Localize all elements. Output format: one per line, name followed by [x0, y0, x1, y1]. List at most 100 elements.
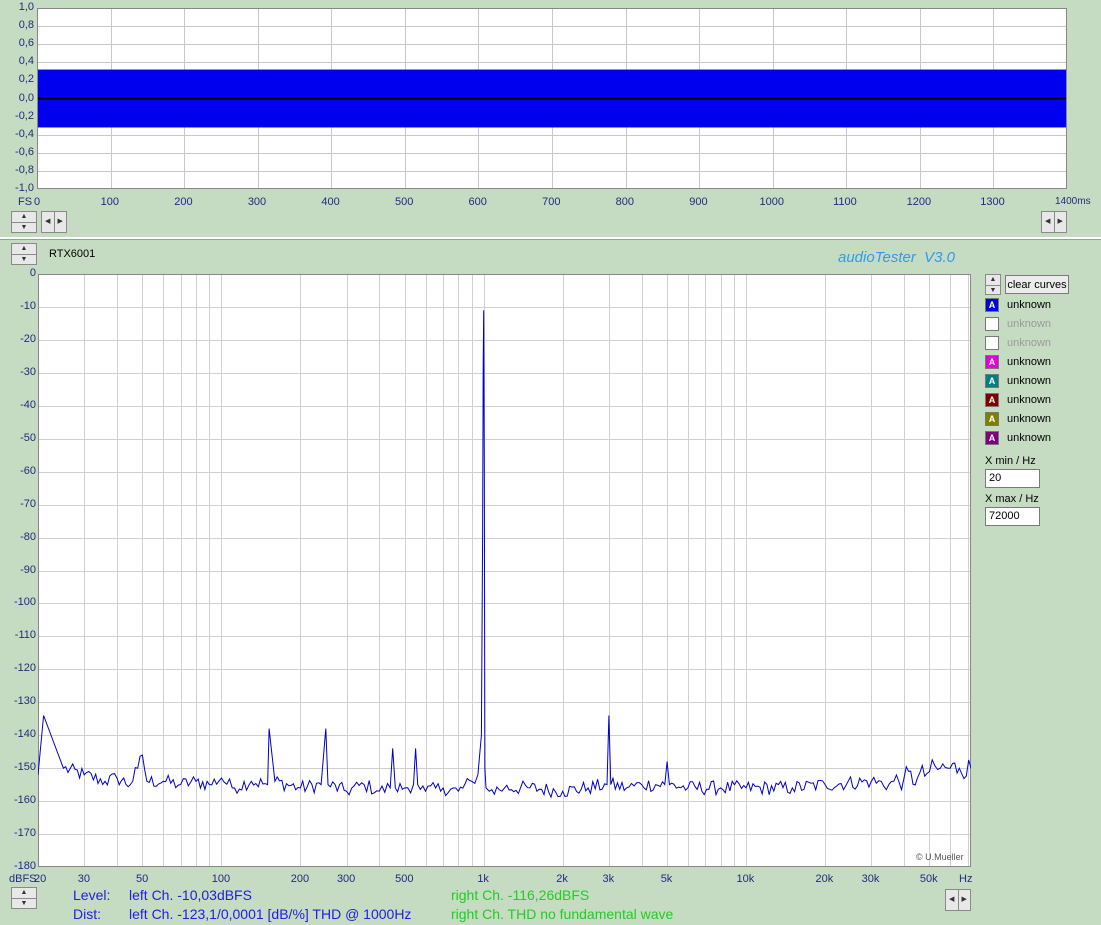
xmax-input[interactable]: 72000	[985, 507, 1040, 526]
scope-y-zoom-spinner[interactable]: ▲ ▼	[11, 211, 37, 233]
legend-item[interactable]: Aunknown	[985, 374, 1075, 391]
scope-y-tick: 0,2	[18, 73, 34, 86]
spectrum-y-tick: -130	[13, 695, 36, 708]
scope-y-tick: -0,6	[15, 145, 34, 158]
scope-y-tick: 0,8	[18, 19, 34, 32]
chevron-left-icon: ◀	[45, 218, 51, 225]
legend-label: unknown	[1007, 356, 1052, 368]
curve-marker-icon[interactable]: A	[985, 412, 999, 426]
spectrum-x-tick: 20k	[815, 873, 834, 885]
spectrum-x-tick: 3k	[602, 873, 615, 885]
spectrum-y-tick: -90	[20, 563, 36, 576]
scope-y-tick: 0,4	[18, 55, 34, 68]
status-scroll-spinner[interactable]: ▲ ▼	[11, 887, 37, 909]
scope-y-tick: -0,2	[15, 109, 34, 122]
spectrum-x-tick: 100	[211, 873, 231, 885]
chevron-left-icon: ◀	[1045, 218, 1051, 225]
dist-label: Dist:	[73, 906, 101, 922]
scope-x-tick: 900	[689, 196, 708, 208]
spectrum-y-tick: -140	[13, 728, 36, 741]
curve-marker-icon[interactable]: A	[985, 355, 999, 369]
legend-label: unknown	[1007, 413, 1052, 425]
scope-y-tick: 0,0	[18, 91, 34, 104]
spectrum-x-tick: 30	[77, 873, 91, 885]
chevron-right-icon: ▶	[1053, 212, 1067, 232]
scope-x-tick: 1000	[759, 196, 784, 208]
spectrum-x-tick: 500	[395, 873, 414, 885]
spectrum-y-tick: 0	[29, 267, 36, 279]
spectrum-y-tick: -60	[20, 464, 36, 477]
spectrum-x-scroll[interactable]: ◀ ▶	[945, 889, 971, 911]
scope-x-tick: 400	[321, 196, 340, 208]
clear-curves-button[interactable]: clear curves	[1005, 275, 1069, 294]
legend-label: unknown	[1007, 299, 1052, 311]
device-name: RTX6001	[49, 248, 96, 260]
spectrum-y-tick: -80	[20, 530, 36, 543]
spectrum-x-tick: 50	[136, 873, 149, 885]
chevron-left-icon: ◀	[949, 896, 955, 903]
xmin-label: X min / Hz	[985, 455, 1036, 467]
scope-x-tick: 300	[247, 196, 267, 208]
panel-divider[interactable]	[0, 237, 1101, 240]
spectrum-y-zoom-spinner[interactable]: ▲ ▼	[11, 243, 37, 265]
spectrum-y-tick: -180	[13, 860, 36, 872]
curve-marker-icon[interactable]	[985, 336, 999, 350]
legend-item[interactable]: unknown	[985, 317, 1075, 334]
legend-item[interactable]: Aunknown	[985, 298, 1075, 315]
curve-marker-icon[interactable]: A	[985, 431, 999, 445]
spectrum-plot	[38, 274, 971, 867]
scope-y-tick: 1,0	[18, 1, 34, 13]
curve-marker-icon[interactable]	[985, 317, 999, 331]
copyright: © U.Mueller	[916, 852, 964, 862]
scope-y-tick: -0,4	[15, 127, 34, 140]
spectrum-y-axis: 0 -10 -20 -30 -40 -50 -60 -70 -80 -90 -100 -110 -120…	[0, 266, 37, 876]
legend-spinner[interactable]: ▲ ▼	[985, 274, 1001, 295]
spectrum-y-tick: -20	[20, 332, 36, 345]
spectrum-x-unit: Hz	[959, 873, 973, 885]
scope-y-unit: FS	[18, 196, 33, 208]
chevron-down-icon: ▼	[986, 285, 1000, 296]
spectrum-y-tick: -100	[13, 596, 36, 609]
scope-x-scroll-right[interactable]: ◀ ▶	[1041, 211, 1067, 233]
chevron-right-icon: ▶	[53, 212, 67, 232]
spectrum-x-tick: 20	[34, 873, 47, 885]
legend-label: unknown	[1007, 337, 1052, 349]
legend-label: unknown	[1007, 432, 1052, 444]
curve-marker-icon[interactable]: A	[985, 298, 999, 312]
legend-item[interactable]: Aunknown	[985, 431, 1075, 448]
legend-item[interactable]: Aunknown	[985, 393, 1075, 410]
spectrum-x-tick: 1k	[477, 873, 489, 885]
level-label: Level:	[73, 887, 111, 903]
legend-label: unknown	[1007, 375, 1052, 387]
scope-x-axis: FS 0 100 200 300 400 500 600 700 800 900 1000 1100 12…	[0, 196, 1101, 212]
legend-item[interactable]: Aunknown	[985, 355, 1075, 372]
scope-x-tick: 700	[542, 196, 561, 208]
spectrum-background	[38, 274, 971, 867]
legend-item[interactable]: Aunknown	[985, 412, 1075, 429]
xmax-label: X max / Hz	[985, 493, 1039, 505]
chevron-up-icon: ▲	[20, 245, 28, 252]
level-left-channel: left Ch. -10,03dBFS	[129, 887, 252, 903]
scope-y-axis: 1,0 0,8 0,6 0,4 0,2 0,0 -0,2 -0,4 -0,6 -0,8 -1,0	[0, 0, 36, 195]
spectrum-y-tick: -170	[13, 827, 36, 840]
spectrum-y-unit: dBFS	[9, 873, 37, 885]
spectrum-x-tick: 50k	[919, 873, 938, 885]
level-right-channel: right Ch. -116,26dBFS	[451, 887, 590, 903]
spectrum-y-tick: -70	[20, 497, 36, 510]
scope-x-tick: 500	[394, 196, 414, 208]
curve-marker-icon[interactable]: A	[985, 393, 999, 407]
chevron-down-icon: ▼	[12, 254, 36, 265]
curve-marker-icon[interactable]: A	[985, 374, 999, 388]
chevron-up-icon: ▲	[989, 276, 997, 283]
spectrum-y-tick: -160	[13, 794, 36, 807]
scope-y-tick: -1,0	[15, 182, 34, 194]
chevron-up-icon: ▲	[20, 889, 28, 896]
scope-x-tick: 1400ms	[1055, 196, 1091, 207]
scope-x-scroll-left[interactable]: ◀ ▶	[41, 211, 67, 233]
scope-x-tick: 200	[174, 196, 193, 208]
xmin-input[interactable]: 20	[985, 469, 1040, 488]
scope-x-tick: 800	[615, 196, 635, 208]
spectrum-x-tick: 30k	[861, 873, 880, 885]
legend-item[interactable]: unknown	[985, 336, 1075, 353]
scope-y-tick: 0,6	[18, 37, 34, 50]
